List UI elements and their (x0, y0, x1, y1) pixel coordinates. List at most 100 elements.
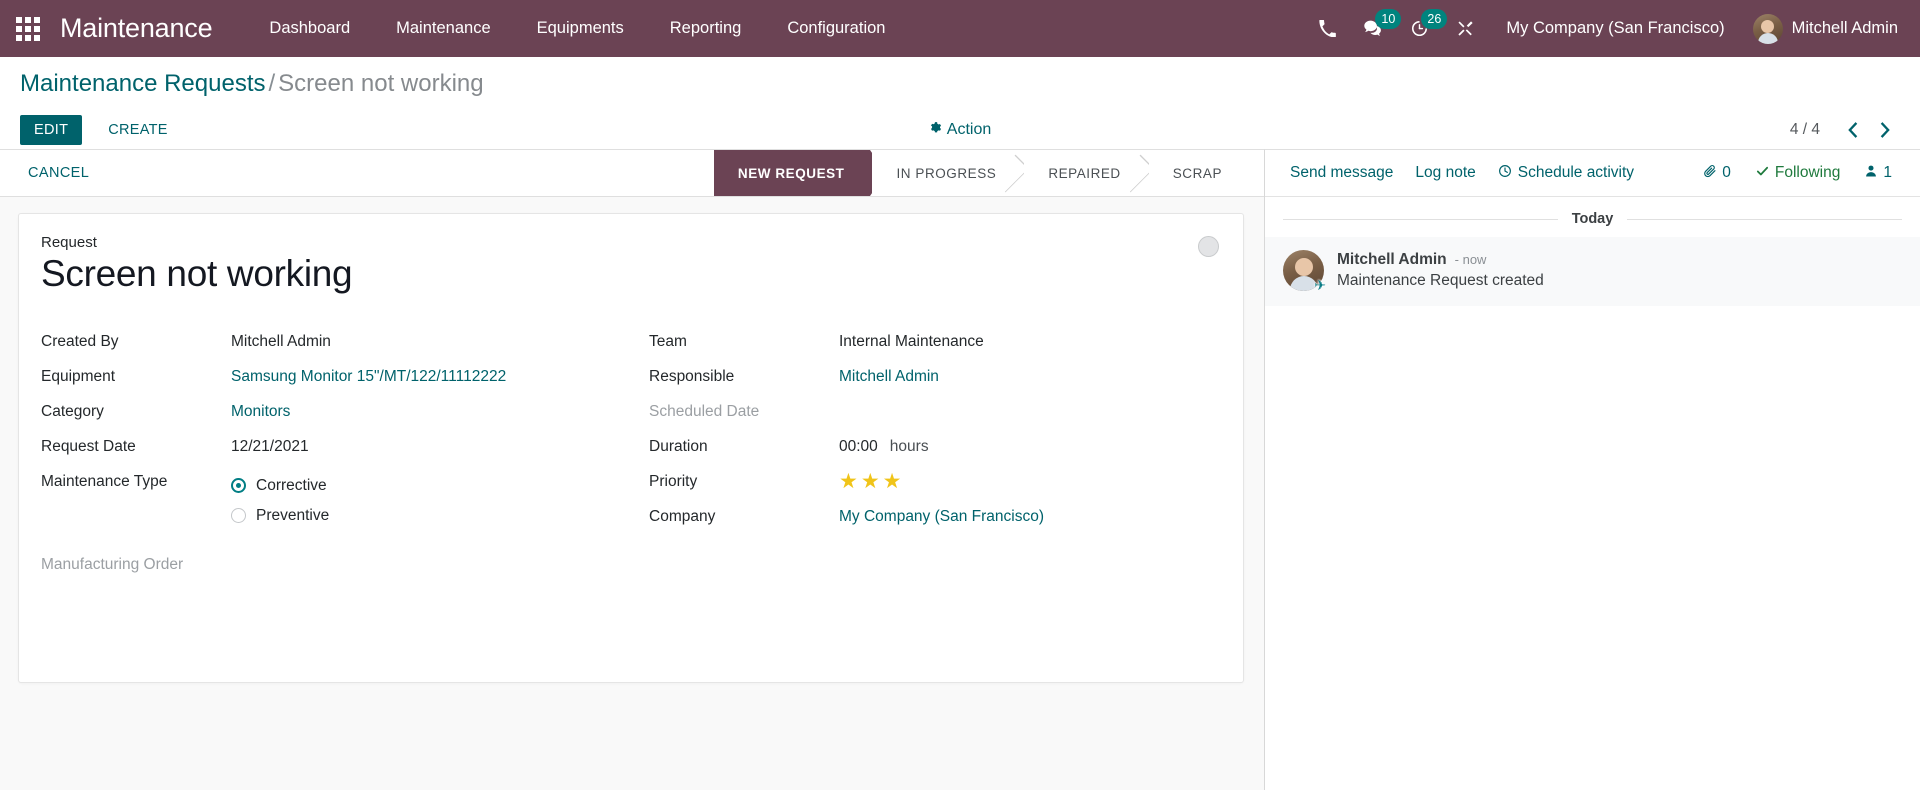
edit-button[interactable]: EDIT (20, 115, 83, 145)
user-name: Mitchell Admin (1791, 19, 1898, 37)
priority-stars[interactable]: ★ ★ ★ (839, 470, 901, 492)
menu-item-maintenance[interactable]: Maintenance (373, 0, 513, 57)
phone-icon[interactable] (1304, 0, 1350, 57)
chatter-panel: Send message Log note Schedule activity … (1264, 149, 1920, 790)
divider-left (1283, 218, 1558, 220)
field-label-responsible: Responsible (649, 367, 735, 385)
field-value-category[interactable]: Monitors (231, 400, 290, 421)
field-team: Team Internal Maintenance (649, 330, 1221, 360)
form-group-right: Team Internal Maintenance Responsible Mi… (631, 330, 1221, 588)
action-menu-button[interactable]: Action (929, 121, 991, 139)
pager-previous-button[interactable] (1838, 120, 1867, 140)
field-value-duration: 00:00 hours (839, 435, 929, 456)
message-header: Mitchell Admin - now (1337, 251, 1544, 269)
stage-scrap[interactable]: SCRAP (1148, 150, 1248, 196)
cancel-button[interactable]: CANCEL (18, 159, 99, 187)
message-avatar-wrapper: ✈ (1283, 250, 1326, 293)
stage-repaired[interactable]: REPAIRED (1024, 150, 1147, 196)
radio-icon-corrective (231, 478, 246, 494)
statusbar: CANCEL NEW REQUEST IN PROGRESS REPAIRED … (0, 150, 1264, 197)
kanban-state-widget[interactable] (1198, 236, 1219, 257)
create-button[interactable]: CREATE (94, 115, 182, 145)
star-icon-3[interactable]: ★ (883, 471, 902, 492)
apps-grid-icon[interactable] (14, 15, 42, 43)
chatter-toolbar: Send message Log note Schedule activity … (1265, 150, 1920, 197)
radio-option-corrective[interactable]: Corrective (231, 471, 329, 501)
field-responsible: Responsible Mitchell Admin (649, 365, 1221, 395)
activities-clock-icon[interactable]: 26 (1396, 0, 1448, 57)
breadcrumb-root[interactable]: Maintenance Requests (20, 70, 265, 97)
form-sheet: Request Screen not working Created By Mi… (18, 213, 1244, 683)
stage-in-progress[interactable]: IN PROGRESS (872, 150, 1023, 196)
radio-icon-preventive (231, 508, 246, 524)
paperclip-icon (1703, 164, 1717, 183)
radio-option-preventive[interactable]: Preventive (231, 501, 329, 531)
duration-value: 00:00 (839, 437, 878, 455)
company-switcher[interactable]: My Company (San Francisco) (1488, 0, 1742, 57)
schedule-activity-button[interactable]: Schedule activity (1487, 160, 1645, 187)
menu-item-configuration[interactable]: Configuration (764, 0, 908, 57)
user-menu[interactable]: Mitchell Admin (1743, 0, 1904, 57)
page-title[interactable]: Screen not working (41, 253, 1221, 296)
stage-pills: NEW REQUEST IN PROGRESS REPAIRED SCRAP (713, 150, 1264, 196)
radio-label-preventive: Preventive (256, 506, 330, 524)
form-group-left: Created By Mitchell Admin Equipment Sams… (41, 330, 631, 588)
field-label-manufacturing-order: Manufacturing Order (41, 555, 184, 573)
field-duration: Duration 00:00 hours (649, 435, 1221, 465)
field-value-request-date: 12/21/2021 (231, 437, 309, 455)
main-area: CANCEL NEW REQUEST IN PROGRESS REPAIRED … (0, 149, 1920, 790)
divider-right (1627, 218, 1902, 220)
messages-icon[interactable]: 10 (1350, 0, 1402, 57)
date-separator-label: Today (1571, 211, 1614, 227)
following-toggle[interactable]: Following (1743, 160, 1852, 187)
menu-item-dashboard[interactable]: Dashboard (246, 0, 373, 57)
chatter-stats: 0 Following 1 (1691, 160, 1904, 187)
field-value-responsible[interactable]: Mitchell Admin (839, 365, 939, 386)
thread-message: ✈ Mitchell Admin - now Maintenance Reque… (1265, 237, 1920, 306)
message-body: Mitchell Admin - now Maintenance Request… (1337, 250, 1544, 291)
field-value-equipment[interactable]: Samsung Monitor 15"/MT/122/11112222 (231, 365, 506, 386)
breadcrumb: Maintenance Requests / Screen not working (20, 69, 1900, 99)
field-company: Company My Company (San Francisco) (649, 505, 1221, 535)
attachment-count: 0 (1722, 164, 1731, 181)
message-author: Mitchell Admin (1337, 251, 1447, 268)
debug-tools-icon[interactable] (1442, 0, 1488, 57)
menu-item-reporting[interactable]: Reporting (647, 0, 765, 57)
send-message-button[interactable]: Send message (1279, 160, 1404, 186)
followers-counter[interactable]: 1 (1852, 160, 1904, 187)
form-sheet-scroll: Request Screen not working Created By Mi… (0, 197, 1264, 790)
field-scheduled-date: Scheduled Date (649, 400, 1221, 430)
maintenance-type-radio-group: Corrective Preventive (231, 470, 329, 531)
log-note-button[interactable]: Log note (1404, 160, 1486, 186)
field-label-scheduled-date: Scheduled Date (649, 402, 760, 420)
field-label-category: Category (41, 402, 104, 420)
paper-plane-icon: ✈ (1314, 277, 1326, 293)
form-groups: Created By Mitchell Admin Equipment Sams… (41, 330, 1221, 588)
field-created-by: Created By Mitchell Admin (41, 330, 631, 360)
message-timestamp: - now (1454, 252, 1487, 267)
stage-new-request[interactable]: NEW REQUEST (713, 150, 887, 196)
radio-label-corrective: Corrective (256, 476, 327, 494)
breadcrumb-separator: / (268, 70, 276, 97)
field-label-created-by: Created By (41, 332, 119, 350)
pager-value: 4 / 4 (1789, 121, 1820, 138)
request-field-label: Request (41, 234, 97, 251)
menu-item-equipments[interactable]: Equipments (514, 0, 647, 57)
main-menu: Dashboard Maintenance Equipments Reporti… (246, 0, 908, 57)
clock-icon (1498, 164, 1512, 183)
field-value-company[interactable]: My Company (San Francisco) (839, 505, 1044, 526)
user-avatar (1752, 13, 1783, 44)
field-equipment: Equipment Samsung Monitor 15"/MT/122/111… (41, 365, 631, 395)
star-icon-1[interactable]: ★ (839, 471, 858, 492)
field-priority: Priority ★ ★ ★ (649, 470, 1221, 500)
action-menu-label: Action (946, 121, 992, 138)
field-label-company: Company (649, 507, 716, 525)
thread-date-separator: Today (1265, 197, 1920, 237)
star-icon-2[interactable]: ★ (861, 471, 880, 492)
app-brand-maintenance[interactable]: Maintenance (60, 13, 213, 44)
attachments-counter[interactable]: 0 (1691, 160, 1743, 187)
control-panel-actions: EDIT CREATE Action 4 / 4 (20, 111, 1900, 149)
field-label-maintenance-type: Maintenance Type (41, 472, 168, 490)
pager-next-button[interactable] (1871, 120, 1900, 140)
message-text: Maintenance Request created (1337, 272, 1544, 289)
